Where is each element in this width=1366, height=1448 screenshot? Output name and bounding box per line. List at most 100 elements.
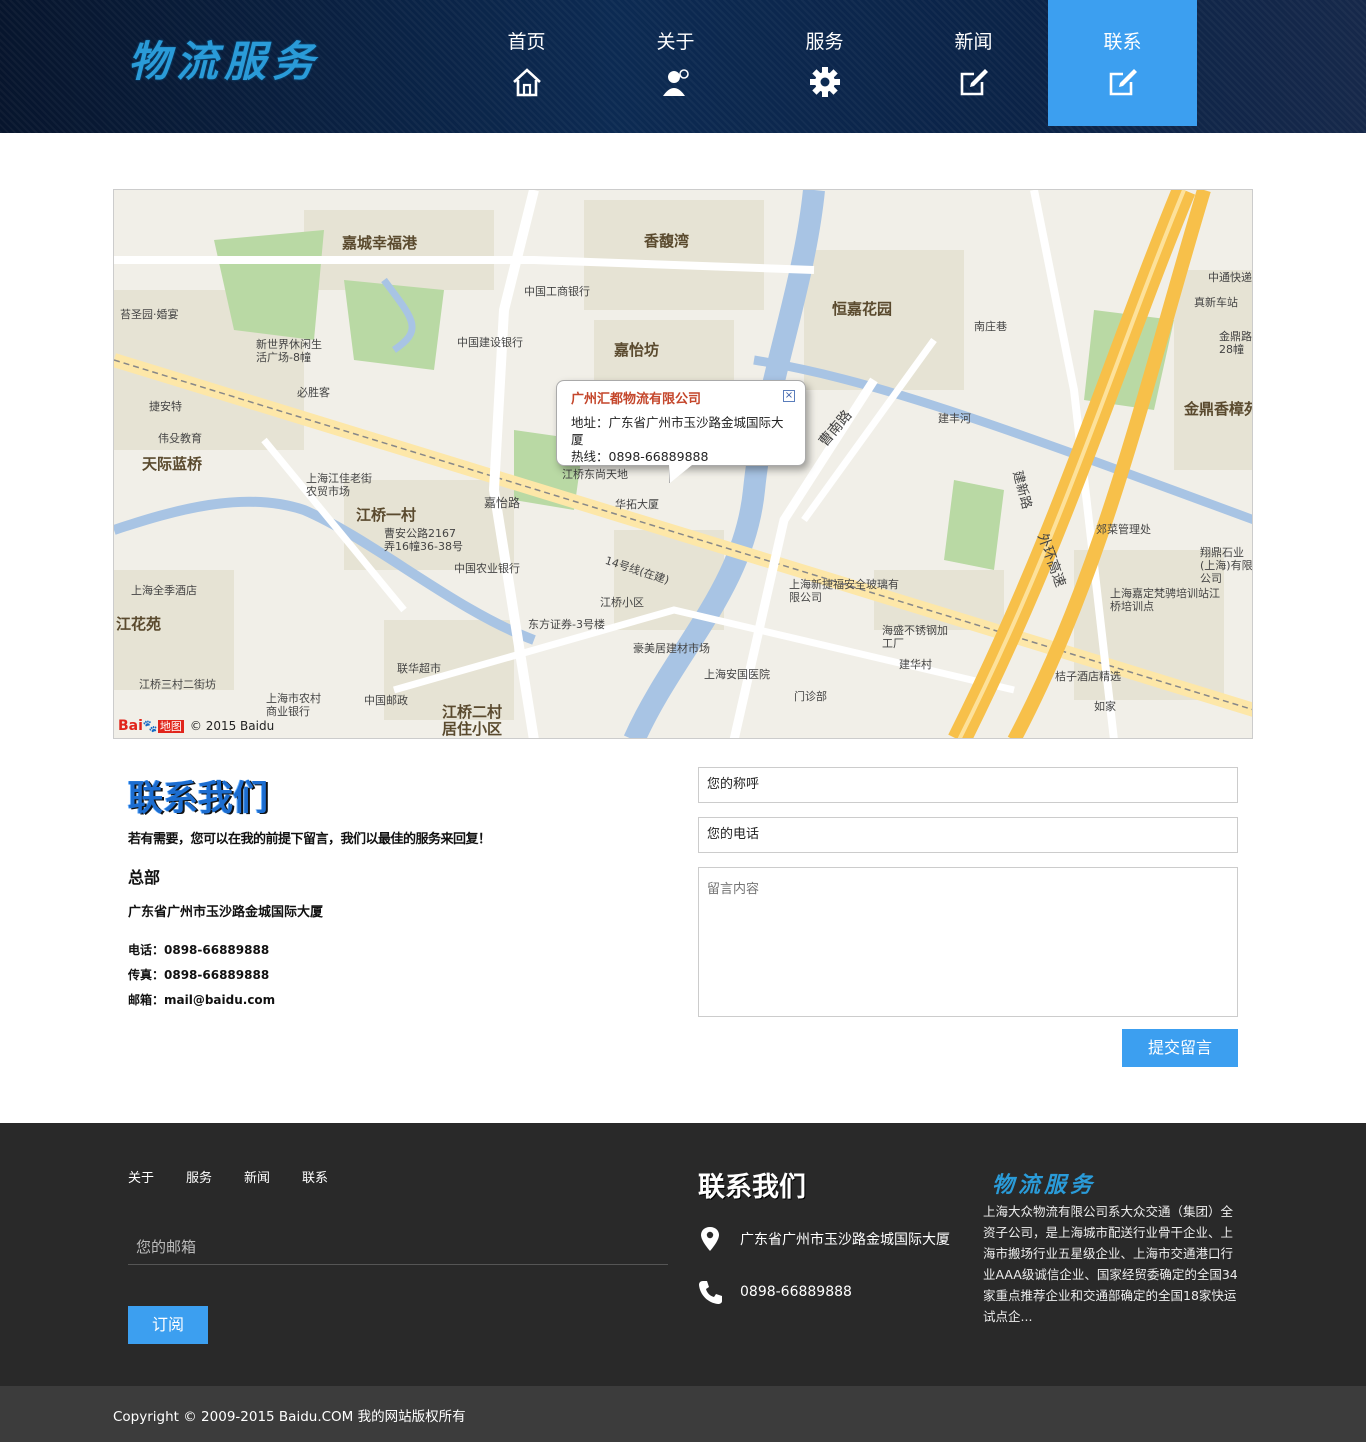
close-icon[interactable]: ×: [783, 390, 795, 402]
footer-link-contact[interactable]: 联系: [302, 1167, 328, 1186]
map-label: 南庄巷: [974, 320, 1007, 333]
map-label: 上海市农村商业银行: [266, 692, 321, 718]
footer-address: 广东省广州市玉沙路金城国际大厦: [740, 1232, 950, 1248]
popup-title: 广州汇都物流有限公司: [571, 392, 702, 407]
message-field[interactable]: [698, 867, 1238, 1017]
map-label: 翔鼎石业(上海)有限公司: [1200, 546, 1253, 585]
subscribe-email-input[interactable]: 您的邮箱: [128, 1229, 668, 1265]
baidu-map[interactable]: 嘉城幸福港 香馥湾 恒嘉花园 嘉怡坊 天际蓝桥 江桥一村 江花苑 江桥二村居住小…: [113, 189, 1253, 739]
phone-field[interactable]: 您的电话: [698, 817, 1238, 853]
nav-label: 关于: [656, 31, 695, 53]
site-logo[interactable]: 物流服务: [128, 28, 320, 89]
phone-icon: [699, 1281, 722, 1304]
nav-item-service[interactable]: 服务: [750, 0, 899, 126]
map-label: 苔圣园·婚宴: [120, 308, 179, 321]
user-icon: [662, 69, 689, 96]
map-label: 嘉怡路: [484, 496, 521, 510]
map-label: 捷安特: [149, 400, 182, 413]
name-field[interactable]: 您的称呼: [698, 767, 1238, 803]
popup-address: 地址：广东省广州市玉沙路金城国际大厦: [571, 415, 784, 447]
map-attribution: Bai🐾 地图 © 2015 Baidu: [118, 718, 274, 734]
map-label: 恒嘉花园: [832, 300, 893, 318]
footer-phone-row: 0898-66889888: [698, 1279, 852, 1305]
footer-description: 上海大众物流有限公司系大众交通（集团）全资子公司，是上海城市配送行业骨干企业、上…: [983, 1204, 1238, 1324]
map-label: 东方证券-3号楼: [528, 618, 605, 631]
map-copyright: © 2015 Baidu: [189, 719, 275, 733]
map-label: 郊菜管理处: [1096, 523, 1151, 536]
contact-phone: 电话：0898-66889888: [128, 943, 270, 957]
contact-title: 联系我们: [128, 779, 269, 819]
contact-subtitle: 总部: [128, 868, 161, 887]
map-label: 曹安公路2167弄16幢36-38号: [384, 527, 463, 553]
map-label: 金鼎路28幢: [1219, 330, 1252, 356]
map-label: 建丰河: [938, 412, 971, 425]
map-label: 建华村: [899, 658, 932, 671]
map-label: 江桥三村二街坊: [139, 678, 216, 691]
map-label: 如家: [1094, 700, 1116, 713]
edit-icon: [1109, 69, 1137, 96]
map-label: 香馥湾: [644, 232, 690, 250]
nav-label: 联系: [1103, 31, 1142, 53]
contact-address: 广东省广州市玉沙路金城国际大厦: [128, 905, 324, 920]
map-label: 江花苑: [116, 615, 162, 633]
nav-item-news[interactable]: 新闻: [899, 0, 1048, 126]
map-label: 江桥东尚天地: [562, 468, 628, 481]
map-label: 天际蓝桥: [142, 455, 203, 473]
footer-contact-title: 联系我们: [698, 1172, 806, 1203]
nav-label: 首页: [507, 31, 546, 53]
nav-item-about[interactable]: 关于: [601, 0, 750, 126]
map-label: 嘉怡坊: [614, 341, 660, 359]
subscribe-button[interactable]: 订阅: [128, 1306, 208, 1344]
map-label: 中国农业银行: [454, 562, 520, 575]
site-footer: 关于 服务 新闻 联系 您的邮箱 订阅 联系我们 广东省广州市玉沙路金城国际大厦…: [0, 1123, 1366, 1386]
contact-fax: 传真：0898-66889888: [128, 968, 270, 982]
nav-item-home[interactable]: 首页: [452, 0, 601, 126]
map-label: 桔子酒店精选: [1055, 670, 1121, 683]
main-nav: 首页 关于 服务 新闻 联系: [452, 0, 1197, 126]
site-header: 物流服务 首页 关于 服务 新闻 联系: [0, 0, 1366, 133]
footer-logo[interactable]: 物流服务: [992, 1167, 1096, 1199]
footer-nav: 关于 服务 新闻 联系: [128, 1167, 328, 1186]
map-label: 华拓大厦: [615, 498, 659, 511]
map-label: 上海新捷福安全玻璃有限公司: [789, 578, 899, 604]
map-label: 上海全季酒店: [131, 584, 197, 597]
map-label: 门诊部: [794, 690, 827, 703]
map-label: 联华超市: [397, 662, 441, 675]
map-label: 嘉城幸福港: [342, 234, 418, 252]
nav-label: 新闻: [954, 31, 993, 53]
gear-icon: [809, 67, 840, 97]
map-label: 上海嘉定梵骋培训站江桥培训点: [1110, 587, 1220, 613]
map-label: 必胜客: [297, 386, 330, 399]
map-label: 豪美居建材市场: [633, 642, 710, 655]
popup-phone: 热线：0898-66889888: [571, 449, 709, 464]
map-label: 上海江佳老街农贸市场: [306, 472, 372, 498]
map-label: 金鼎香樟苑: [1184, 400, 1253, 418]
map-label: 中通快递: [1208, 271, 1252, 284]
contact-intro: 若有需要，您可以在我的前提下留言，我们以最佳的服务来回复！: [128, 832, 491, 847]
map-label: 伟殳教育: [158, 432, 202, 445]
footer-phone: 0898-66889888: [740, 1284, 852, 1300]
contact-email: 邮箱：mail@baidu.com: [128, 993, 276, 1007]
nav-item-contact[interactable]: 联系: [1048, 0, 1197, 126]
map-label: 江桥小区: [600, 596, 644, 609]
nav-label: 服务: [805, 31, 844, 53]
map-label: 海盛不锈钢加工厂: [882, 624, 948, 650]
map-label: 江桥二村居住小区: [442, 703, 503, 738]
footer-link-news[interactable]: 新闻: [244, 1167, 270, 1186]
location-pin-icon: [701, 1227, 719, 1251]
map-label: 上海安国医院: [704, 668, 770, 681]
map-label: 中国邮政: [364, 694, 408, 707]
map-info-window: × 广州汇都物流有限公司 地址：广东省广州市玉沙路金城国际大厦 热线：0898-…: [556, 380, 806, 483]
baidu-map-logo[interactable]: Bai🐾 地图: [118, 718, 184, 734]
map-label: 中国建设银行: [457, 336, 523, 349]
copyright-bar: Copyright © 2009-2015 Baidu.COM 我的网站版权所有: [0, 1386, 1366, 1442]
submit-message-button[interactable]: 提交留言: [1122, 1029, 1238, 1067]
map-label: 江桥一村: [356, 506, 417, 524]
map-label: 新世界休闲生活广场-8幢: [256, 338, 322, 364]
home-icon: [512, 68, 541, 97]
footer-address-row: 广东省广州市玉沙路金城国际大厦: [698, 1226, 950, 1252]
footer-link-service[interactable]: 服务: [186, 1167, 212, 1186]
footer-link-about[interactable]: 关于: [128, 1167, 154, 1186]
map-label: 中国工商银行: [524, 285, 590, 298]
map-label: 真新车站: [1194, 296, 1238, 309]
